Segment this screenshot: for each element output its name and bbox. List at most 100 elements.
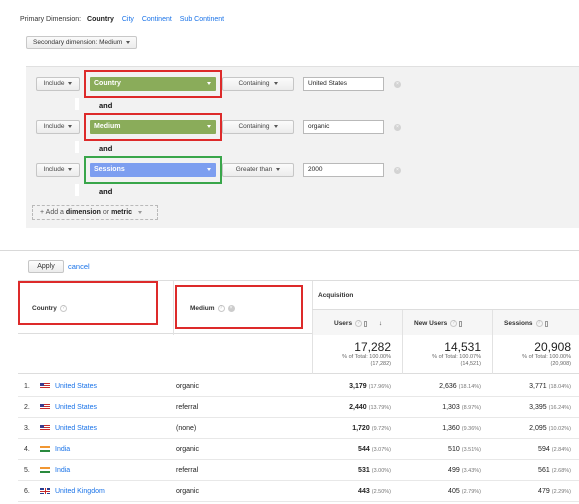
sessions-value: 594 (538, 446, 550, 453)
users-percent: (13.79%) (368, 405, 391, 411)
primary-dimension-continent[interactable]: Continent (142, 16, 172, 23)
new-users-cell: 405 (2.79%) (448, 488, 481, 495)
sessions-percent: (18.04%) (548, 384, 571, 390)
filter-value-input-1[interactable]: United States (303, 77, 384, 91)
column-header-label: Sessions (504, 320, 533, 328)
bar-chart-icon (459, 320, 463, 327)
add-filter-prefix: + Add a (40, 209, 64, 216)
sessions-cell: 3,395 (16.24%) (529, 404, 571, 411)
table-header: Country? Medium? × Acquisition Users? ↓ N… (18, 280, 579, 335)
country-link[interactable]: United Kingdom (55, 488, 105, 495)
new-users-percent: (3.51%) (461, 447, 481, 453)
sessions-value: 3,395 (529, 404, 547, 411)
row-number: 3. (24, 425, 30, 432)
include-label: Include (43, 123, 65, 130)
column-divider (173, 281, 174, 335)
column-divider (402, 309, 403, 335)
medium-cell: (none) (176, 425, 197, 432)
operator-dropdown-1[interactable]: Containing (222, 77, 294, 91)
table-row: 3. United States (none) 1,720 (9.72%) 1,3… (18, 418, 579, 439)
total-base-value: (14,521) (460, 361, 482, 367)
country-link[interactable]: India (55, 467, 70, 474)
help-icon[interactable]: ? (450, 320, 458, 327)
help-icon[interactable]: ? (355, 320, 363, 327)
remove-filter-icon[interactable]: × (394, 167, 401, 174)
column-header-sessions[interactable]: Sessions? (504, 320, 548, 327)
medium-cell: organic (176, 488, 199, 495)
new-users-value: 499 (448, 467, 460, 474)
country-link[interactable]: United States (55, 425, 97, 432)
include-dropdown-2[interactable]: Include (36, 120, 80, 134)
include-dropdown-1[interactable]: Include (36, 77, 80, 91)
apply-button[interactable]: Apply (28, 260, 64, 273)
include-dropdown-3[interactable]: Include (36, 163, 80, 177)
sessions-percent: (2.68%) (551, 468, 571, 474)
table-row: 2. United States referral 2,440 (13.79%) … (18, 397, 579, 418)
total-percent-label: % of Total: 100.07% (432, 354, 481, 360)
country-link[interactable]: India (55, 446, 70, 453)
users-percent: (2.50%) (371, 489, 391, 495)
operator-label: Greater than (235, 166, 273, 173)
table-row: 1. United States organic 3,179 (17.96%) 2… (18, 376, 579, 397)
and-connector (75, 184, 79, 196)
users-cell: 1,720 (9.72%) (352, 425, 391, 432)
add-dimension-or-metric-button[interactable]: + Add a dimension or metric (32, 205, 158, 220)
help-icon[interactable]: ? (535, 320, 543, 327)
column-header-users[interactable]: Users? ↓ (334, 320, 382, 327)
remove-filter-icon[interactable]: × (394, 81, 401, 88)
chevron-down-icon (273, 81, 278, 85)
new-users-value: 1,360 (442, 425, 460, 432)
sessions-percent: (16.24%) (548, 405, 571, 411)
chevron-down-icon (68, 81, 73, 85)
operator-label: Containing (238, 80, 270, 87)
new-users-value: 405 (448, 488, 460, 495)
column-group-acquisition: Acquisition (318, 292, 354, 299)
total-new-users: 14,531 % of Total: 100.07% (14,521) (432, 340, 481, 368)
country-link[interactable]: United States (55, 383, 97, 390)
new-users-cell: 499 (3.43%) (448, 467, 481, 474)
advanced-filter-panel: Include Country Containing United States… (26, 66, 579, 228)
users-percent: (9.72%) (371, 426, 391, 432)
operator-label: Containing (238, 123, 270, 130)
column-header-label: Users (334, 320, 353, 328)
total-value: 14,531 (444, 340, 481, 354)
country-link[interactable]: United States (55, 404, 97, 411)
us-flag-icon (40, 425, 50, 431)
filter-value-input-3[interactable]: 2000 (303, 163, 384, 177)
and-label-3: and (99, 187, 113, 196)
medium-cell: organic (176, 383, 199, 390)
sessions-cell: 594 (2.84%) (538, 446, 571, 453)
table-row: 6. United Kingdom organic 443 (2.50%) 405… (18, 481, 579, 502)
india-flag-icon (40, 446, 50, 452)
cancel-link[interactable]: cancel (68, 262, 90, 271)
sessions-percent: (10.02%) (548, 426, 571, 432)
new-users-percent: (3.43%) (461, 468, 481, 474)
operator-dropdown-2[interactable]: Containing (222, 120, 294, 134)
total-base-value: (17,282) (370, 361, 392, 367)
primary-dimension-subcontinent[interactable]: Sub Continent (180, 16, 224, 23)
sort-descending-icon[interactable]: ↓ (379, 320, 382, 327)
chevron-down-icon (276, 167, 281, 171)
new-users-cell: 1,360 (9.36%) (442, 425, 481, 432)
primary-dimension-city[interactable]: City (122, 16, 134, 23)
operator-dropdown-3[interactable]: Greater than (222, 163, 294, 177)
column-divider (402, 334, 403, 374)
analytics-report: Primary Dimension: Country City Continen… (0, 0, 579, 504)
filter-value-input-2[interactable]: organic (303, 120, 384, 134)
add-filter-dimension-word: dimension (65, 209, 101, 216)
total-users: 17,282 % of Total: 100.00% (17,282) (342, 340, 391, 368)
us-flag-icon (40, 404, 50, 410)
remove-filter-icon[interactable]: × (394, 124, 401, 131)
users-value: 3,179 (349, 383, 367, 390)
users-cell: 3,179 (17.96%) (349, 383, 391, 390)
column-divider (492, 309, 493, 335)
medium-cell: organic (176, 446, 199, 453)
column-header-new-users[interactable]: New Users? (414, 320, 463, 327)
column-divider (312, 281, 313, 335)
row-number: 4. (24, 446, 30, 453)
secondary-dimension-dropdown[interactable]: Secondary dimension: Medium (26, 36, 138, 49)
bar-chart-icon (544, 320, 548, 327)
primary-dimension-country[interactable]: Country (87, 16, 114, 23)
table-row: 4. India organic 544 (3.07%) 510 (3.51%) 5… (18, 439, 579, 460)
uk-flag-icon (40, 488, 50, 494)
